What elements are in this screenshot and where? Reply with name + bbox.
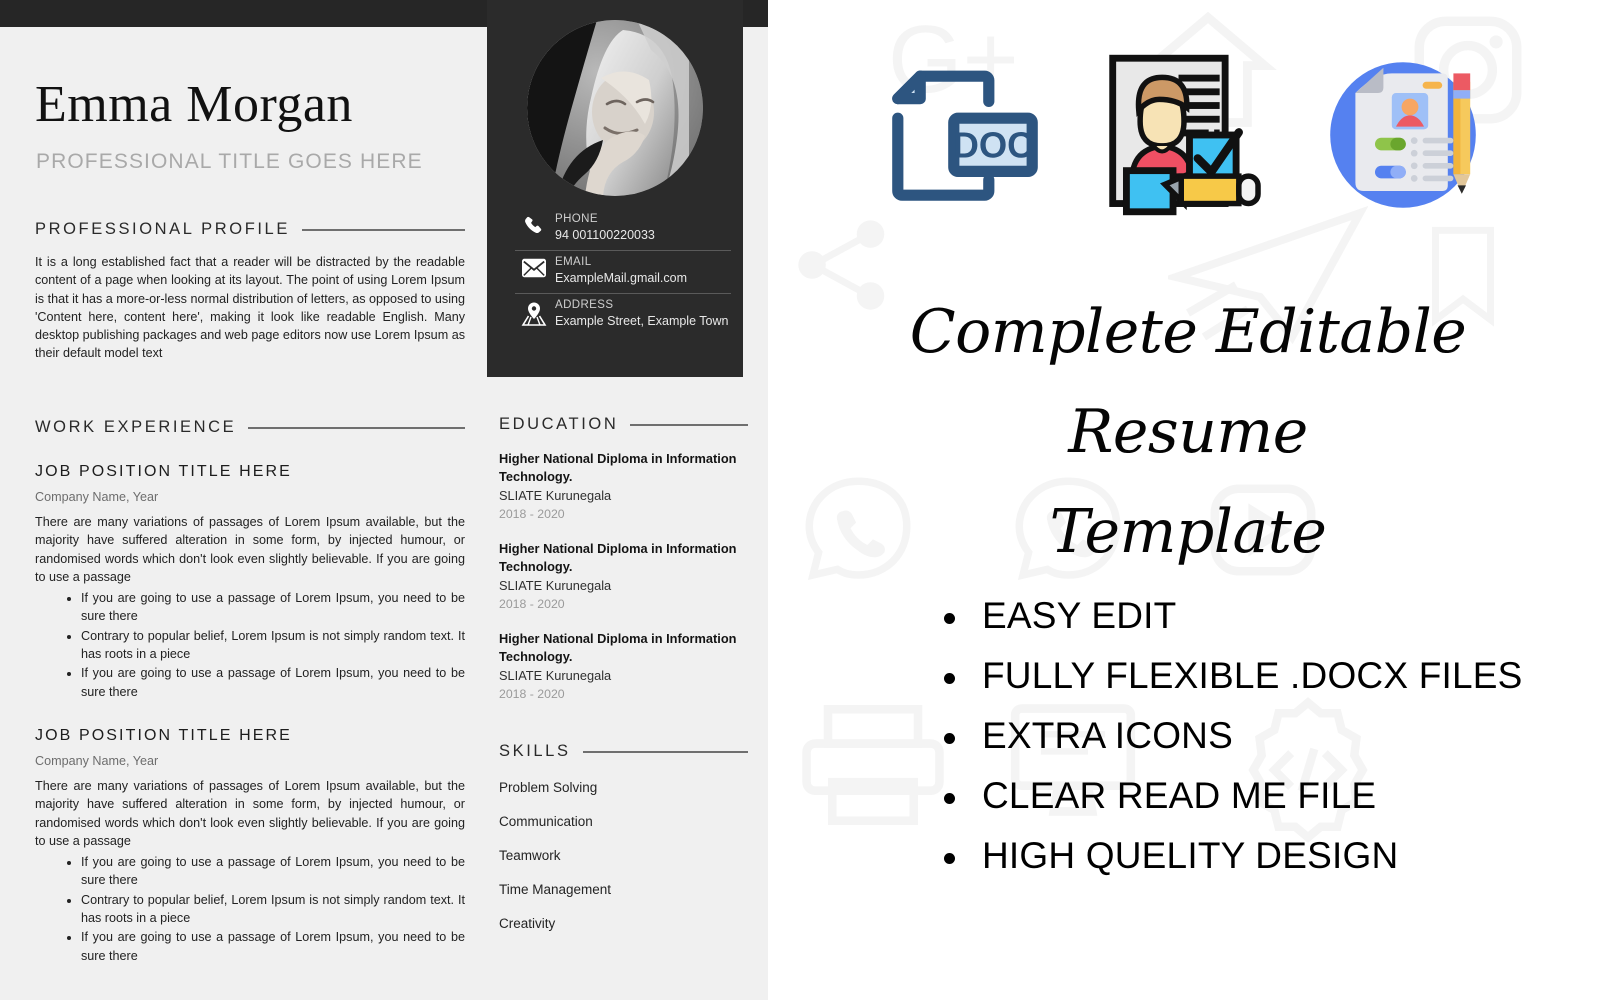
job-description: There are many variations of passages of… <box>35 515 465 584</box>
job-description: There are many variations of passages of… <box>35 778 465 848</box>
professional-profile-section: PROFESSIONAL PROFILE It is a long establ… <box>35 220 465 363</box>
education-degree: Higher National Diploma in Information T… <box>499 541 737 574</box>
education-heading: EDUCATION <box>499 415 748 434</box>
skills-section: SKILLS Problem Solving Communication Tea… <box>499 742 748 931</box>
skill-item: Communication <box>499 814 593 829</box>
promo-title-line2: Template <box>1049 497 1327 567</box>
contact-row-email: EMAIL ExampleMail.gmail.com <box>515 251 731 294</box>
doc-label: DOC <box>953 124 1034 165</box>
address-label: ADDRESS <box>555 299 614 311</box>
skills-heading: SKILLS <box>499 742 748 761</box>
education-item: Higher National Diploma in Information T… <box>499 450 748 524</box>
professional-profile-heading: PROFESSIONAL PROFILE <box>35 220 465 239</box>
contact-list: PHONE 94 001100220033 EMAIL ExampleMail.… <box>515 208 731 336</box>
job-bullet: If you are going to use a passage of Lor… <box>81 589 465 626</box>
resume-checklist-icon <box>1109 54 1261 216</box>
work-experience-section: WORK EXPERIENCE JOB POSITION TITLE HERE … <box>35 418 465 965</box>
job-company: Company Name, Year <box>35 753 159 768</box>
job-bullet: Contrary to popular belief, Lorem Ipsum … <box>81 891 465 928</box>
resume-document: PHONE 94 001100220033 EMAIL ExampleMail.… <box>0 0 768 1000</box>
promo-title: Complete Editable Resume Template <box>808 282 1568 582</box>
candidate-subtitle: PROFESSIONAL TITLE GOES HERE <box>36 150 423 173</box>
job-entry: JOB POSITION TITLE HERE Company Name, Ye… <box>35 463 465 701</box>
feature-item: EASY EDIT <box>936 586 1576 646</box>
avatar <box>527 20 703 196</box>
skill-item: Time Management <box>499 882 612 897</box>
education-school: SLIATE Kurunegala <box>499 668 612 683</box>
promo-icon-row: DOC <box>768 40 1600 230</box>
education-degree: Higher National Diploma in Information T… <box>499 451 737 484</box>
education-item: Higher National Diploma in Information T… <box>499 630 748 704</box>
job-company: Company Name, Year <box>35 490 159 504</box>
section-rule <box>630 423 748 426</box>
printer-icon <box>802 704 944 825</box>
education-section: EDUCATION Higher National Diploma in Inf… <box>499 415 748 704</box>
job-bullet: If you are going to use a passage of Lor… <box>81 853 465 890</box>
section-title: PROFESSIONAL PROFILE <box>35 220 290 238</box>
screenshot-root: PHONE 94 001100220033 EMAIL ExampleMail.… <box>0 0 1600 1000</box>
professional-profile-body: It is a long established fact that a rea… <box>35 255 465 361</box>
email-icon <box>515 255 553 278</box>
resume-pencil-circle-icon <box>1330 62 1476 208</box>
section-rule <box>582 750 748 753</box>
contact-row-phone: PHONE 94 001100220033 <box>515 208 731 251</box>
skill-item: Creativity <box>499 916 556 931</box>
job-bullet-list: If you are going to use a passage of Lor… <box>35 853 465 965</box>
education-years: 2018 - 2020 <box>499 687 565 701</box>
feature-item: EXTRA ICONS <box>936 706 1576 766</box>
section-title: EDUCATION <box>499 415 619 433</box>
education-school: SLIATE Kurunegala <box>499 488 612 503</box>
work-experience-heading: WORK EXPERIENCE <box>35 418 465 437</box>
feature-list: EASY EDIT FULLY FLEXIBLE .DOCX FILES EXT… <box>936 586 1576 886</box>
education-degree: Higher National Diploma in Information T… <box>499 631 737 664</box>
job-title: JOB POSITION TITLE HERE <box>35 726 292 744</box>
education-school: SLIATE Kurunegala <box>499 578 612 593</box>
section-title: SKILLS <box>499 742 571 760</box>
education-item: Higher National Diploma in Information T… <box>499 540 748 614</box>
promo-panel: G+ DOC Complete Editable Resume Template… <box>768 0 1600 1000</box>
job-bullet-list: If you are going to use a passage of Lor… <box>35 589 465 701</box>
education-years: 2018 - 2020 <box>499 507 565 521</box>
job-entry: JOB POSITION TITLE HERE Company Name, Ye… <box>35 727 465 965</box>
promo-title-line1: Complete Editable Resume <box>909 297 1467 467</box>
phone-icon <box>515 212 553 237</box>
feature-item: CLEAR READ ME FILE <box>936 766 1576 826</box>
section-rule <box>301 228 465 231</box>
job-bullet: Contrary to popular belief, Lorem Ipsum … <box>81 627 465 664</box>
education-years: 2018 - 2020 <box>499 597 565 611</box>
avatar-photo <box>527 20 703 196</box>
job-title: JOB POSITION TITLE HERE <box>35 463 292 480</box>
email-label: EMAIL <box>555 256 592 268</box>
contact-row-address: ADDRESS Example Street, Example Town <box>515 294 731 336</box>
email-value: ExampleMail.gmail.com <box>555 271 687 285</box>
doc-file-icon: DOC <box>892 70 1038 201</box>
phone-value: 94 001100220033 <box>555 228 655 242</box>
address-value: Example Street, Example Town <box>555 314 729 328</box>
map-pin-icon <box>515 298 553 327</box>
candidate-name: Emma Morgan <box>35 76 353 133</box>
feature-item: FULLY FLEXIBLE .DOCX FILES <box>936 646 1576 706</box>
feature-item: HIGH QUELITY DESIGN <box>936 826 1576 886</box>
job-bullet: If you are going to use a passage of Lor… <box>81 664 465 701</box>
section-title: WORK EXPERIENCE <box>35 418 237 436</box>
section-rule <box>248 426 465 429</box>
skill-item: Problem Solving <box>499 780 598 795</box>
job-bullet: If you are going to use a passage of Lor… <box>81 928 465 965</box>
skill-item: Teamwork <box>499 848 561 863</box>
phone-label: PHONE <box>555 213 598 225</box>
